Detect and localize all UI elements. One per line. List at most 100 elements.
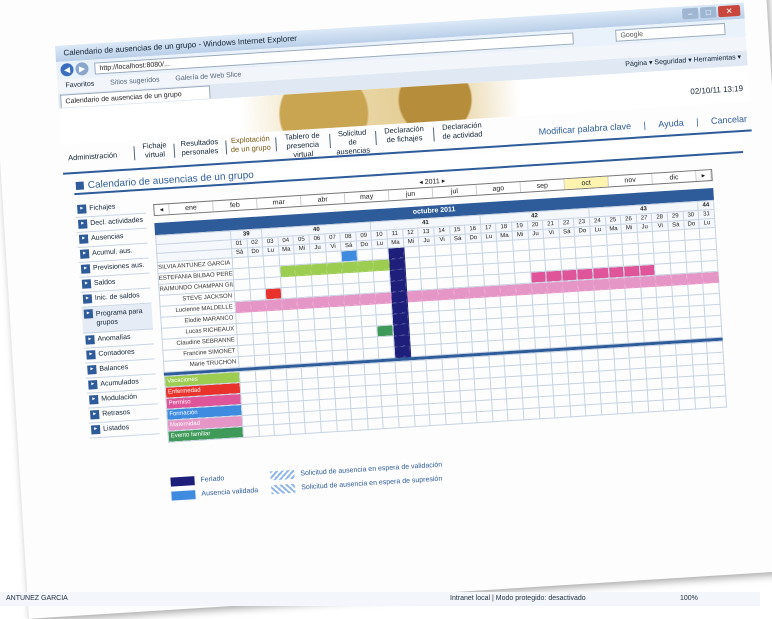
day-cell[interactable]: [456, 341, 473, 354]
day-cell[interactable]: [596, 333, 613, 346]
count-cell: [632, 400, 649, 413]
next-month-icon[interactable]: ▸: [696, 170, 712, 181]
month-mar[interactable]: mar: [256, 195, 302, 209]
day-cell[interactable]: [425, 343, 442, 356]
month-abr[interactable]: abr: [300, 193, 346, 206]
month-sep[interactable]: sep: [520, 179, 566, 193]
month-feb[interactable]: feb: [213, 198, 258, 212]
web-slice-gallery-link[interactable]: Galería de Web Slice: [175, 71, 241, 82]
count-cell: [305, 421, 322, 434]
month-oct[interactable]: oct: [564, 176, 609, 190]
status-zone: Intranet local | Modo protegido: desacti…: [450, 595, 586, 602]
favorites-button[interactable]: Favoritos: [65, 81, 94, 90]
cancel-link[interactable]: Cancelar: [711, 114, 748, 126]
day-cell[interactable]: [394, 345, 411, 358]
count-cell: [647, 400, 665, 412]
month-ago[interactable]: ago: [476, 182, 522, 195]
day-cell[interactable]: [549, 336, 567, 348]
count-cell: [242, 425, 260, 438]
count-cell: [367, 417, 384, 430]
month-ene[interactable]: ene: [169, 201, 214, 215]
count-cell: [569, 404, 587, 417]
close-icon[interactable]: ✕: [717, 4, 741, 18]
count-cell: [678, 398, 696, 411]
back-icon[interactable]: ◀: [60, 62, 74, 77]
count-cell: [507, 408, 524, 421]
day-cell[interactable]: [331, 349, 349, 362]
nav-resultados-personales[interactable]: Resultados personales: [177, 137, 222, 158]
suggested-sites-link[interactable]: Sitios sugeridos: [110, 77, 160, 87]
count-cell: [601, 402, 618, 415]
count-cell: [398, 415, 415, 428]
absence-calendar: octubre 2011 39 40 41 42 43 44 01 02 03 04 05 06 07 0…: [154, 187, 727, 443]
day-cell[interactable]: [705, 326, 723, 339]
count-cell: [336, 419, 353, 432]
month-nov[interactable]: nov: [608, 173, 653, 187]
minimize-icon[interactable]: –: [681, 7, 699, 20]
prev-month-icon[interactable]: ◂: [154, 204, 170, 216]
nav-fichaje-virtual[interactable]: Fichaje virtual: [139, 140, 170, 160]
day-cell[interactable]: [300, 351, 317, 364]
change-password-link[interactable]: Modificar palabra clave: [538, 121, 631, 137]
day-cell[interactable]: [690, 327, 707, 340]
day-cell[interactable]: [627, 331, 645, 344]
window-controls: – □ ✕: [681, 4, 741, 20]
count-cell: [492, 409, 509, 422]
day-cell[interactable]: [378, 346, 395, 359]
zoom-level[interactable]: 100%: [680, 592, 698, 606]
nav-right-links: Modificar palabra clave | Ayuda | Cancel…: [538, 113, 748, 137]
nav-administracion[interactable]: Administración: [68, 150, 118, 162]
count-cell: [429, 413, 446, 426]
count-cell: [445, 412, 462, 425]
day-cell[interactable]: [659, 329, 676, 342]
day-cell[interactable]: [643, 330, 660, 343]
day-cell[interactable]: [316, 350, 333, 363]
nav-declaracion-fichajes[interactable]: Declaración de fichajes: [379, 124, 430, 145]
count-cell: [258, 424, 275, 437]
day-cell[interactable]: [565, 335, 582, 348]
current-datetime: 02/10/11 13:19: [690, 83, 744, 97]
calendar-legend: Feriado Ausencia validada Solicitud de a…: [170, 445, 569, 501]
day-cell[interactable]: [238, 355, 255, 368]
day-cell[interactable]: [409, 344, 427, 357]
count-cell: [523, 407, 540, 420]
count-cell: [289, 422, 306, 435]
nav-solicitud-ausencias[interactable]: Solicitud de ausencias: [333, 127, 373, 157]
day-cell[interactable]: [363, 347, 380, 360]
month-jun[interactable]: jun: [388, 187, 434, 201]
day-cell[interactable]: [518, 337, 536, 350]
day-cell[interactable]: [674, 328, 691, 341]
day-cell[interactable]: [253, 354, 271, 367]
day-cell[interactable]: [503, 338, 520, 351]
count-cell: [616, 401, 633, 414]
help-link[interactable]: Ayuda: [658, 118, 684, 130]
day-cell[interactable]: [487, 339, 504, 352]
day-cell[interactable]: [285, 352, 302, 365]
count-cell: [351, 418, 369, 431]
count-cell: [460, 411, 478, 424]
month-may[interactable]: may: [344, 190, 390, 204]
day-cell[interactable]: [472, 340, 489, 353]
sidebar-menu: FichajesDecl. actividadesAusenciasAcumul…: [74, 198, 160, 439]
count-cell: [382, 416, 400, 429]
page-title-text: Calendario de ausencias de un grupo: [87, 169, 255, 192]
count-cell: [710, 396, 727, 409]
day-cell[interactable]: [440, 342, 458, 355]
day-cell[interactable]: [347, 348, 364, 361]
day-cell[interactable]: [612, 332, 629, 345]
sidebar-item[interactable]: Listados: [88, 419, 160, 439]
nav-tablero-presencia[interactable]: Tablero de presencia virtual: [279, 130, 327, 160]
month-dic[interactable]: dic: [652, 170, 697, 184]
count-cell: [414, 414, 431, 427]
forward-icon[interactable]: ▶: [75, 61, 89, 76]
nav-declaracion-actividad[interactable]: Declaración de actividad: [437, 120, 488, 141]
title-square-icon: [75, 181, 85, 190]
nav-explotacion-grupo[interactable]: Explotación de un grupo: [229, 134, 272, 155]
day-cell[interactable]: [581, 334, 598, 347]
legend-validada: Ausencia validada: [171, 486, 258, 501]
maximize-icon[interactable]: □: [699, 6, 717, 19]
day-cell[interactable]: [269, 353, 286, 366]
count-cell: [554, 405, 571, 418]
day-cell[interactable]: [534, 337, 551, 349]
month-jul[interactable]: jul: [432, 184, 478, 198]
